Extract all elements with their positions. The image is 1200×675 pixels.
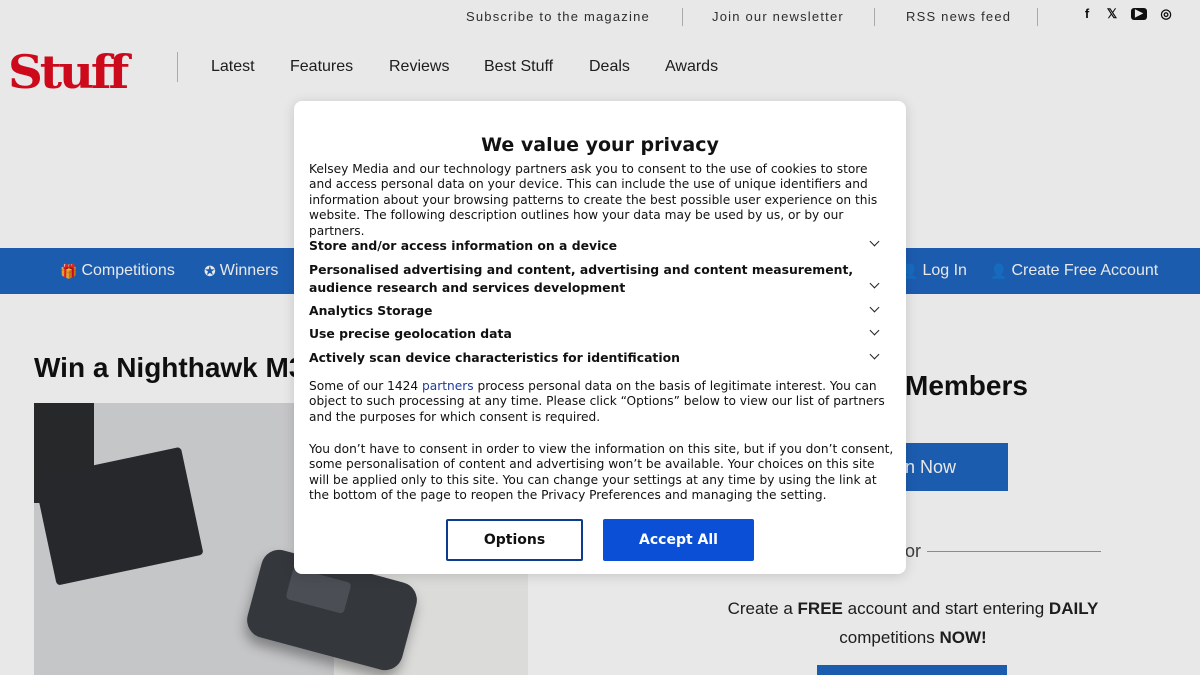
- options-button[interactable]: Options: [446, 519, 583, 561]
- purpose-item[interactable]: Analytics Storage: [309, 302, 869, 320]
- no-consent-text: You don’t have to consent in order to vi…: [309, 442, 894, 503]
- dialog-title: We value your privacy: [481, 134, 719, 156]
- chevron-down-icon[interactable]: [867, 351, 881, 363]
- accept-all-button[interactable]: Accept All: [603, 519, 754, 561]
- chevron-down-icon[interactable]: [867, 304, 881, 316]
- legitimate-interest-text: Some of our 1424 partners process person…: [309, 379, 894, 425]
- chevron-down-icon[interactable]: [867, 327, 881, 339]
- purpose-item[interactable]: Use precise geolocation data: [309, 325, 869, 343]
- purpose-item[interactable]: Personalised advertising and content, ad…: [309, 261, 864, 296]
- privacy-consent-dialog: We value your privacy Kelsey Media and o…: [294, 101, 906, 574]
- partners-link[interactable]: partners: [422, 379, 474, 393]
- purpose-item[interactable]: Actively scan device characteristics for…: [309, 349, 869, 367]
- consent-intro: Kelsey Media and our technology partners…: [309, 162, 878, 238]
- purpose-item[interactable]: Store and/or access information on a dev…: [309, 237, 869, 255]
- legit-text: Some of our 1424: [309, 379, 423, 393]
- chevron-down-icon[interactable]: [867, 280, 881, 292]
- chevron-down-icon[interactable]: [867, 238, 881, 250]
